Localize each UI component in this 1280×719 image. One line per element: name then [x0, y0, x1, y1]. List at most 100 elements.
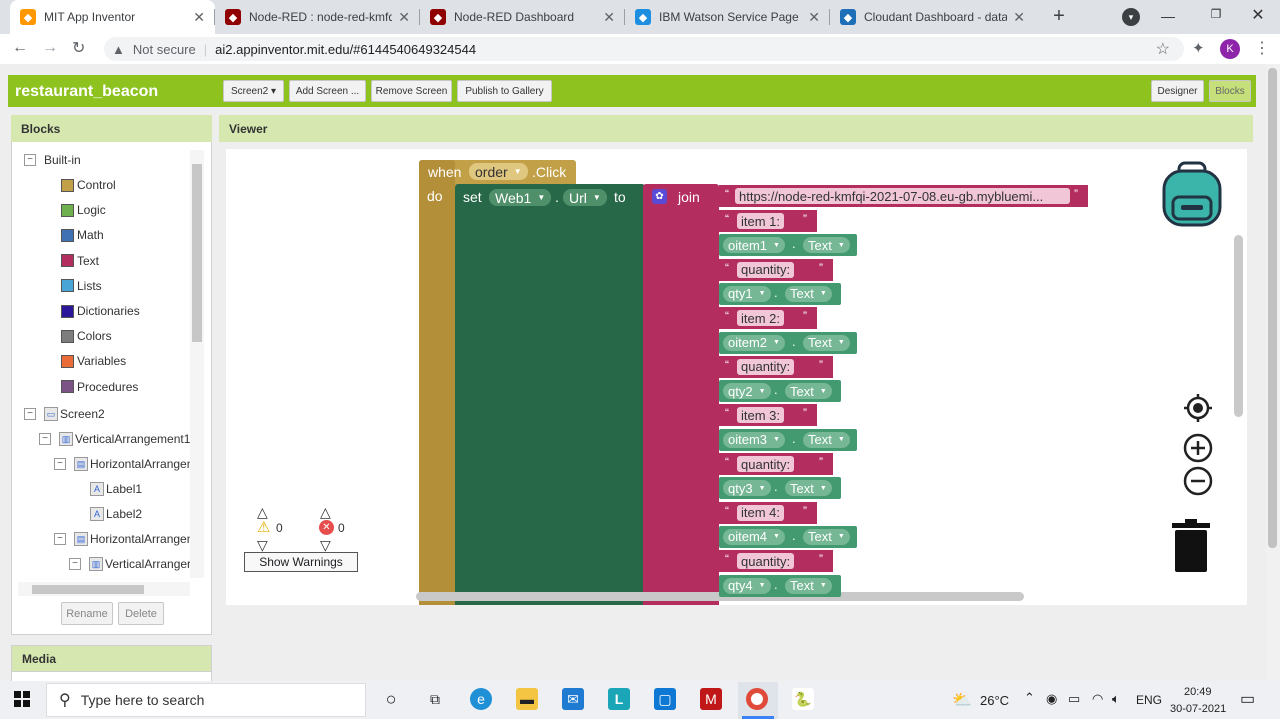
component-dropdown[interactable]: qty1 ▼: [723, 285, 771, 302]
bookmark-star-icon[interactable]: ☆: [1156, 39, 1170, 59]
text-string-block[interactable]: “ quantity: ”: [719, 550, 833, 573]
edge-icon[interactable]: e: [470, 688, 492, 710]
component-getter-block[interactable]: oitem4 ▼. Text ▼: [719, 525, 857, 548]
task-view-icon[interactable]: ⧉: [424, 688, 446, 710]
close-tab-icon[interactable]: ✕: [808, 9, 820, 26]
browser-tab[interactable]: ◆ Node-RED : node-red-kmfqi- ✕: [215, 0, 420, 34]
cortana-icon[interactable]: ○: [380, 688, 402, 710]
center-target-icon[interactable]: [1183, 393, 1213, 423]
property-dropdown[interactable]: Text ▼: [803, 334, 850, 351]
tree-verticalarrangement[interactable]: − ▥ VerticalArranger: [69, 557, 190, 571]
tree-hscrollbar-thumb[interactable]: [32, 585, 144, 594]
tree-category-variables[interactable]: Variables: [61, 354, 126, 368]
tree-verticalarrangement1[interactable]: − ▥ VerticalArrangement1: [39, 432, 190, 446]
url-string-block[interactable]: “ https://node-red-kmfqi-2021-07-08.eu-g…: [719, 185, 1088, 207]
tree-category-text[interactable]: Text: [61, 254, 99, 268]
component-dropdown[interactable]: qty2 ▼: [723, 383, 771, 400]
component-dropdown[interactable]: oitem4 ▼: [723, 528, 785, 545]
browser-tab[interactable]: ◆ MIT App Inventor ✕: [10, 0, 215, 34]
tree-label1[interactable]: A Label1: [90, 482, 142, 496]
zoom-in-icon[interactable]: [1183, 433, 1213, 463]
language-label[interactable]: ENG: [1136, 693, 1162, 707]
close-tab-icon[interactable]: ✕: [193, 9, 205, 26]
tree-horizontalarrangement2[interactable]: − ▤ HorizontalArrangen: [54, 532, 190, 546]
text-string-block[interactable]: “ quantity: ”: [719, 453, 833, 475]
collapse-icon[interactable]: −: [54, 533, 66, 545]
property-dropdown[interactable]: Text ▼: [803, 431, 850, 448]
outlook-icon[interactable]: ▢: [654, 688, 676, 710]
web1-dropdown[interactable]: Web1 ▼: [489, 189, 552, 206]
property-dropdown[interactable]: Text ▼: [803, 528, 850, 545]
browser-tab[interactable]: ◆ Node-RED Dashboard ✕: [420, 0, 625, 34]
show-warnings-button[interactable]: Show Warnings: [244, 552, 358, 572]
taskbar-search-box[interactable]: ⚲ Type here to search: [46, 683, 366, 717]
gear-icon[interactable]: ✿: [652, 189, 667, 204]
menu-icon[interactable]: ⋮: [1254, 38, 1270, 58]
clock-time[interactable]: 20:49: [1184, 686, 1212, 698]
url-property-dropdown[interactable]: Url ▼: [563, 189, 607, 206]
component-getter-block[interactable]: qty2 ▼. Text ▼: [719, 380, 841, 403]
component-getter-block[interactable]: qty1 ▼. Text ▼: [719, 282, 841, 305]
mail-icon[interactable]: ✉: [562, 688, 584, 710]
workspace-vscrollbar-thumb[interactable]: [1234, 235, 1243, 417]
profile-avatar[interactable]: K: [1220, 39, 1240, 59]
collapse-icon[interactable]: −: [24, 408, 36, 420]
collapse-icon[interactable]: −: [24, 154, 36, 166]
viewer-workspace[interactable]: when order ▼ .Click do set Web1 ▼ . Url ▼ t…: [226, 149, 1247, 605]
rename-button[interactable]: Rename: [61, 602, 113, 625]
reload-icon[interactable]: ↻: [72, 38, 85, 58]
publish-gallery-button[interactable]: Publish to Gallery: [457, 80, 552, 102]
screen-dropdown[interactable]: Screen2 ▾: [223, 80, 284, 102]
join-block[interactable]: [643, 184, 719, 605]
tree-screen2[interactable]: − ▭ Screen2: [24, 407, 105, 421]
lync-icon[interactable]: L: [608, 688, 630, 710]
tab-search-icon[interactable]: ▾: [1122, 8, 1140, 26]
property-dropdown[interactable]: Text ▼: [785, 285, 832, 302]
delete-button[interactable]: Delete: [118, 602, 164, 625]
close-tab-icon[interactable]: ✕: [1013, 9, 1025, 26]
tree-label2[interactable]: A Label2: [90, 507, 142, 521]
page-scrollbar-thumb[interactable]: [1268, 68, 1277, 548]
tree-category-math[interactable]: Math: [61, 228, 104, 242]
tray-app-icon[interactable]: ◉: [1046, 691, 1057, 707]
component-getter-block[interactable]: oitem2 ▼. Text ▼: [719, 331, 857, 354]
tree-vscrollbar-thumb[interactable]: [192, 164, 202, 342]
collapse-icon[interactable]: −: [39, 433, 51, 445]
restore-icon[interactable]: ❐: [1208, 7, 1224, 23]
text-string-block[interactable]: “ item 4: ”: [719, 501, 817, 524]
property-dropdown[interactable]: Text ▼: [785, 577, 832, 594]
blocks-button[interactable]: Blocks: [1209, 80, 1251, 102]
add-screen-button[interactable]: Add Screen ...: [289, 80, 366, 102]
tree-category-procedures[interactable]: Procedures: [61, 380, 138, 394]
collapse-icon[interactable]: −: [54, 458, 66, 470]
tree-category-lists[interactable]: Lists: [61, 279, 102, 293]
zoom-out-icon[interactable]: [1183, 466, 1213, 496]
volume-icon[interactable]: 🔈︎: [1112, 691, 1120, 707]
tree-category-logic[interactable]: Logic: [61, 203, 106, 217]
close-tab-icon[interactable]: ✕: [603, 9, 615, 26]
component-getter-block[interactable]: oitem1 ▼. Text ▼: [719, 234, 857, 257]
component-dropdown[interactable]: oitem1 ▼: [723, 237, 785, 254]
tree-category-control[interactable]: Control: [61, 178, 116, 192]
tree-category-colors[interactable]: Colors: [61, 329, 112, 343]
extensions-icon[interactable]: ✦: [1192, 39, 1205, 57]
backpack-icon[interactable]: [1161, 161, 1223, 227]
text-string-block[interactable]: “ item 1: ”: [719, 210, 817, 232]
minimize-icon[interactable]: —: [1160, 8, 1176, 24]
mcafee-icon[interactable]: M: [700, 688, 722, 710]
collapse-icon[interactable]: −: [69, 558, 81, 570]
back-icon[interactable]: ←: [12, 39, 28, 57]
component-dropdown[interactable]: qty4 ▼: [723, 577, 771, 594]
new-tab-button[interactable]: +: [1048, 4, 1070, 28]
windows-start-icon[interactable]: [14, 691, 30, 707]
battery-icon[interactable]: ▭: [1068, 691, 1080, 707]
address-bar[interactable]: ▲ Not secure | ai2.appinventor.mit.edu/#…: [104, 37, 1184, 61]
component-getter-block[interactable]: qty4 ▼. Text ▼: [719, 574, 841, 597]
property-dropdown[interactable]: Text ▼: [785, 383, 832, 400]
chrome-icon[interactable]: [746, 688, 768, 710]
text-string-block[interactable]: “ item 2: ”: [719, 307, 817, 330]
property-dropdown[interactable]: Text ▼: [785, 480, 832, 497]
tree-category-dictionaries[interactable]: Dictionaries: [61, 304, 140, 318]
component-dropdown[interactable]: oitem3 ▼: [723, 431, 785, 448]
browser-tab[interactable]: ◆ IBM Watson Service Page ✕: [625, 0, 830, 34]
